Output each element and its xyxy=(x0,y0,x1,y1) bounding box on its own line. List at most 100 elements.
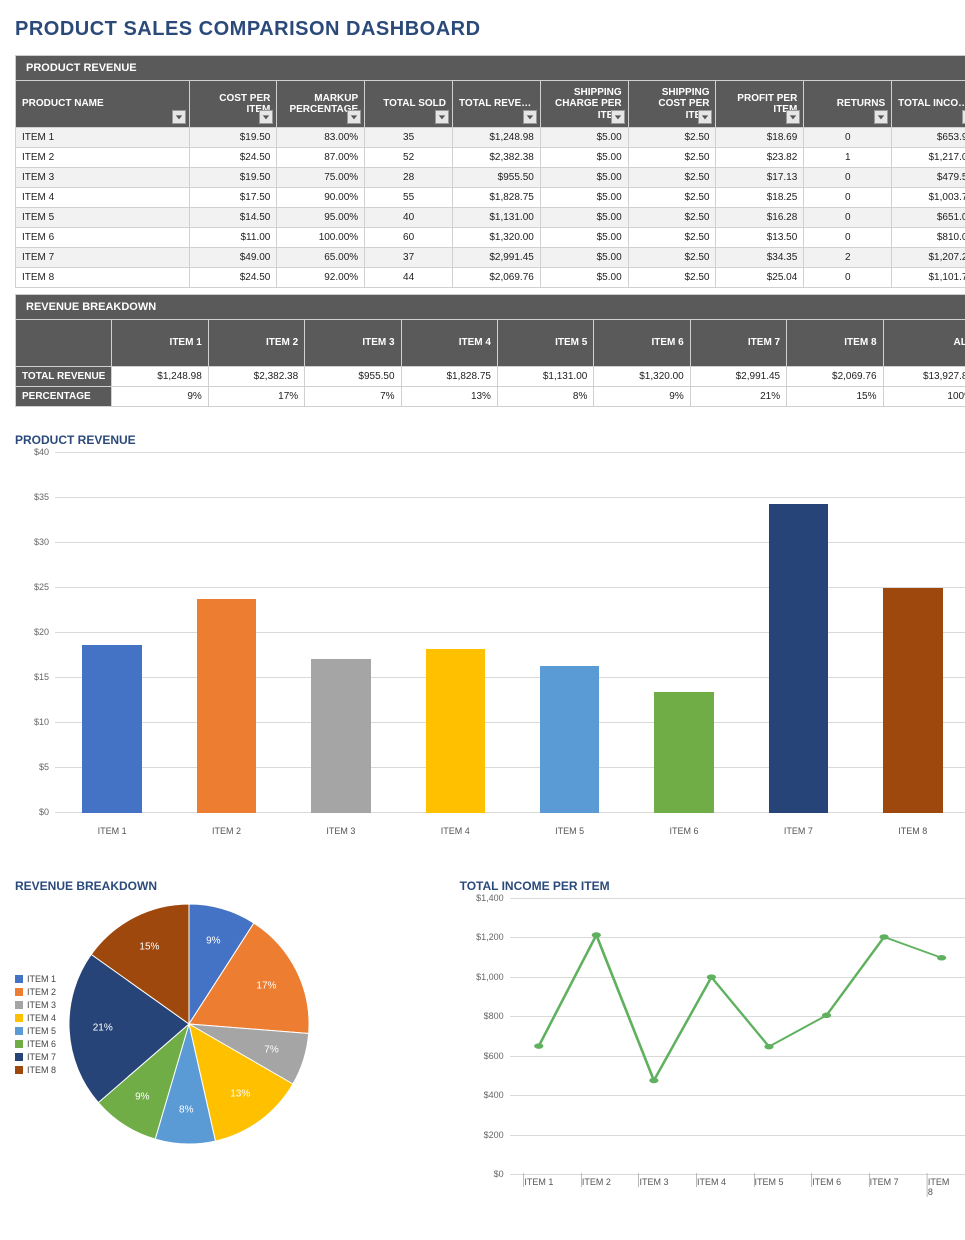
filter-dropdown-icon[interactable] xyxy=(435,110,449,124)
cell[interactable]: $2.50 xyxy=(628,248,716,268)
cell[interactable]: ITEM 6 xyxy=(16,228,190,248)
cell[interactable]: $653.98 xyxy=(892,128,965,148)
col-header[interactable]: MARKUPPERCENTAGE xyxy=(277,81,365,128)
cell[interactable]: $25.04 xyxy=(716,268,804,288)
cell[interactable]: $17.50 xyxy=(189,188,277,208)
cell[interactable]: $955.50 xyxy=(453,168,541,188)
cell[interactable]: $5.00 xyxy=(540,168,628,188)
cell[interactable]: $14.50 xyxy=(189,208,277,228)
filter-dropdown-icon[interactable] xyxy=(347,110,361,124)
cell[interactable]: $34.35 xyxy=(716,248,804,268)
cell[interactable]: $2.50 xyxy=(628,208,716,228)
cell[interactable]: 92.00% xyxy=(277,268,365,288)
cell[interactable]: $810.00 xyxy=(892,228,965,248)
cell[interactable]: 0 xyxy=(804,208,892,228)
cell[interactable]: 44 xyxy=(365,268,453,288)
cell[interactable]: 52 xyxy=(365,148,453,168)
col-header[interactable]: TOTAL REVENUE xyxy=(453,81,541,128)
cell[interactable]: $479.50 xyxy=(892,168,965,188)
data-point xyxy=(649,1078,658,1084)
cell[interactable]: 60 xyxy=(365,228,453,248)
cell[interactable]: $1,248.98 xyxy=(453,128,541,148)
cell[interactable]: $5.00 xyxy=(540,188,628,208)
cell[interactable]: 95.00% xyxy=(277,208,365,228)
cell[interactable]: $1,828.75 xyxy=(453,188,541,208)
cell[interactable]: $1,217.07 xyxy=(892,148,965,168)
cell[interactable]: $5.00 xyxy=(540,268,628,288)
col-header[interactable]: TOTAL INCOME xyxy=(892,81,965,128)
cell[interactable]: 1 xyxy=(804,148,892,168)
cell[interactable]: $13.50 xyxy=(716,228,804,248)
cell[interactable]: 0 xyxy=(804,228,892,248)
cell[interactable]: 83.00% xyxy=(277,128,365,148)
cell[interactable]: $5.00 xyxy=(540,208,628,228)
cell[interactable]: 55 xyxy=(365,188,453,208)
filter-dropdown-icon[interactable] xyxy=(874,110,888,124)
cell[interactable]: $23.82 xyxy=(716,148,804,168)
cell[interactable]: ITEM 4 xyxy=(16,188,190,208)
col-header[interactable]: PRODUCT NAME xyxy=(16,81,190,128)
filter-dropdown-icon[interactable] xyxy=(698,110,712,124)
cell[interactable]: $5.00 xyxy=(540,248,628,268)
cell[interactable]: 75.00% xyxy=(277,168,365,188)
cell[interactable]: $2.50 xyxy=(628,188,716,208)
cell[interactable]: $2,382.38 xyxy=(453,148,541,168)
cell[interactable]: $1,207.25 xyxy=(892,248,965,268)
cell[interactable]: $24.50 xyxy=(189,148,277,168)
col-header[interactable]: SHIPPINGCOST PERITEM xyxy=(628,81,716,128)
cell[interactable]: $1,003.75 xyxy=(892,188,965,208)
cell[interactable]: 87.00% xyxy=(277,148,365,168)
cell[interactable]: $24.50 xyxy=(189,268,277,288)
cell[interactable]: 37 xyxy=(365,248,453,268)
cell[interactable]: ITEM 8 xyxy=(16,268,190,288)
filter-dropdown-icon[interactable] xyxy=(611,110,625,124)
cell[interactable]: 0 xyxy=(804,168,892,188)
cell[interactable]: $2.50 xyxy=(628,148,716,168)
cell[interactable]: $5.00 xyxy=(540,228,628,248)
cell[interactable]: $651.00 xyxy=(892,208,965,228)
cell[interactable]: $2,069.76 xyxy=(453,268,541,288)
cell[interactable]: $16.28 xyxy=(716,208,804,228)
cell[interactable]: 2 xyxy=(804,248,892,268)
cell[interactable]: $5.00 xyxy=(540,148,628,168)
filter-dropdown-icon[interactable] xyxy=(259,110,273,124)
cell[interactable]: $5.00 xyxy=(540,128,628,148)
cell[interactable]: 65.00% xyxy=(277,248,365,268)
col-header[interactable]: COST PERITEM xyxy=(189,81,277,128)
col-header[interactable]: RETURNS xyxy=(804,81,892,128)
cell[interactable]: 40 xyxy=(365,208,453,228)
cell[interactable]: $17.13 xyxy=(716,168,804,188)
cell[interactable]: $1,131.00 xyxy=(453,208,541,228)
cell[interactable]: $2.50 xyxy=(628,168,716,188)
cell[interactable]: $18.25 xyxy=(716,188,804,208)
cell[interactable]: $19.50 xyxy=(189,128,277,148)
cell[interactable]: 0 xyxy=(804,128,892,148)
cell[interactable]: 35 xyxy=(365,128,453,148)
cell[interactable]: 28 xyxy=(365,168,453,188)
cell[interactable]: ITEM 2 xyxy=(16,148,190,168)
cell[interactable]: $18.69 xyxy=(716,128,804,148)
col-header[interactable]: TOTAL SOLD xyxy=(365,81,453,128)
cell[interactable]: $11.00 xyxy=(189,228,277,248)
cell[interactable]: $2.50 xyxy=(628,228,716,248)
cell[interactable]: 0 xyxy=(804,188,892,208)
cell[interactable]: $19.50 xyxy=(189,168,277,188)
cell[interactable]: $1,320.00 xyxy=(453,228,541,248)
cell[interactable]: 100.00% xyxy=(277,228,365,248)
filter-dropdown-icon[interactable] xyxy=(786,110,800,124)
cell[interactable]: $2.50 xyxy=(628,268,716,288)
cell[interactable]: $1,101.76 xyxy=(892,268,965,288)
cell[interactable]: ITEM 3 xyxy=(16,168,190,188)
cell[interactable]: 90.00% xyxy=(277,188,365,208)
cell[interactable]: 0 xyxy=(804,268,892,288)
cell[interactable]: ITEM 1 xyxy=(16,128,190,148)
col-header[interactable]: PROFIT PERITEM xyxy=(716,81,804,128)
filter-dropdown-icon[interactable] xyxy=(172,110,186,124)
filter-dropdown-icon[interactable] xyxy=(523,110,537,124)
cell[interactable]: ITEM 7 xyxy=(16,248,190,268)
col-header[interactable]: SHIPPINGCHARGE PERITEM xyxy=(540,81,628,128)
cell[interactable]: ITEM 5 xyxy=(16,208,190,228)
cell[interactable]: $2,991.45 xyxy=(453,248,541,268)
cell[interactable]: $2.50 xyxy=(628,128,716,148)
cell[interactable]: $49.00 xyxy=(189,248,277,268)
